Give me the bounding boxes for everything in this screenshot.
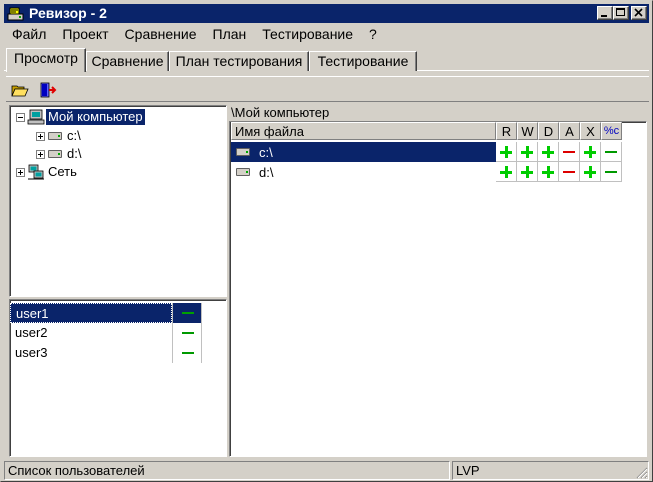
- menu-bar: Файл Проект Сравнение План Тестирование …: [4, 24, 385, 44]
- user-name: user2: [15, 325, 48, 340]
- drive-icon: [48, 132, 62, 140]
- menu-project[interactable]: Проект: [54, 24, 116, 44]
- column-header-d[interactable]: D: [538, 122, 559, 140]
- user-flag: [172, 323, 202, 343]
- list-item[interactable]: user3: [10, 343, 202, 363]
- tree-label-drive-c: c:\: [67, 128, 81, 143]
- menu-compare[interactable]: Сравнение: [117, 24, 205, 44]
- flag-cell[interactable]: [517, 142, 538, 162]
- minimize-button[interactable]: [597, 6, 613, 20]
- menu-help[interactable]: ?: [361, 24, 385, 44]
- tree-node-drive-d[interactable]: d:\: [36, 145, 83, 163]
- exit-button[interactable]: [37, 80, 59, 100]
- column-header-filename[interactable]: Имя файла: [231, 122, 496, 140]
- collapse-toggle[interactable]: [16, 112, 25, 122]
- network-icon: [28, 164, 44, 180]
- open-folder-icon: [11, 85, 29, 97]
- flag-cell[interactable]: [538, 142, 559, 162]
- user-name: user1: [10, 303, 172, 323]
- list-item[interactable]: user1: [10, 303, 202, 323]
- column-header-a[interactable]: A: [559, 122, 580, 140]
- folder-tree[interactable]: Мой компьютер c:\ d:\ Сеть: [9, 105, 227, 297]
- tree-node-drive-c[interactable]: c:\: [36, 127, 83, 145]
- tree-label-network: Сеть: [48, 164, 77, 179]
- tree-node-my-computer[interactable]: Мой компьютер: [16, 108, 145, 126]
- flag-cell[interactable]: [496, 162, 517, 182]
- users-list[interactable]: user1 user2 user3: [9, 299, 227, 457]
- flag-cell[interactable]: [496, 142, 517, 162]
- maximize-button[interactable]: [613, 6, 629, 20]
- tree-label-drive-d: d:\: [67, 146, 82, 161]
- drive-icon: [48, 150, 62, 158]
- exit-door-icon: [40, 82, 57, 98]
- flag-cell[interactable]: [559, 162, 580, 182]
- table-row[interactable]: d:\: [231, 162, 622, 182]
- expand-toggle[interactable]: [36, 149, 45, 159]
- tab-testing[interactable]: Тестирование: [309, 51, 417, 71]
- tree-label-my-computer: Мой компьютер: [46, 109, 145, 125]
- file-name: d:\: [259, 164, 274, 180]
- column-header-r[interactable]: R: [496, 122, 517, 140]
- user-flag: [172, 303, 202, 323]
- tab-strip: Просмотр Сравнение План тестирования Тес…: [4, 46, 649, 72]
- title-bar[interactable]: Ревизор - 2: [4, 4, 649, 23]
- computer-icon: [27, 109, 45, 125]
- tree-node-network[interactable]: Сеть: [16, 163, 79, 181]
- flag-cell[interactable]: [517, 162, 538, 182]
- column-header-percent-c[interactable]: %c: [601, 122, 622, 140]
- user-flag: [172, 343, 202, 363]
- flag-cell[interactable]: [580, 162, 601, 182]
- column-header-x[interactable]: X: [580, 122, 601, 140]
- drive-icon: [236, 148, 250, 156]
- app-icon: [7, 6, 25, 22]
- open-folder-button[interactable]: [9, 80, 31, 100]
- window-title: Ревизор - 2: [29, 5, 107, 21]
- table-row[interactable]: c:\: [231, 142, 622, 162]
- grid-header: Имя файла R W D A X %c: [231, 122, 622, 140]
- close-button[interactable]: [631, 6, 647, 20]
- user-name: user3: [15, 345, 48, 360]
- flag-cell[interactable]: [559, 142, 580, 162]
- tab-test-plan[interactable]: План тестирования: [169, 51, 309, 71]
- status-bar: Список пользователей LVP: [4, 461, 649, 480]
- tab-view[interactable]: Просмотр: [6, 48, 86, 72]
- file-name-cell: d:\: [231, 162, 496, 182]
- toolbar: [6, 76, 649, 102]
- menu-testing[interactable]: Тестирование: [254, 24, 361, 44]
- menu-file[interactable]: Файл: [4, 24, 54, 44]
- resize-grip-icon[interactable]: [636, 467, 648, 479]
- expand-toggle[interactable]: [16, 167, 25, 177]
- flag-cell[interactable]: [580, 142, 601, 162]
- app-window: Ревизор - 2 Файл Проект Сравнение План Т…: [0, 0, 653, 482]
- file-grid[interactable]: Имя файла R W D A X %c c:\ d:\: [229, 121, 647, 457]
- tab-compare[interactable]: Сравнение: [86, 51, 169, 71]
- menu-plan[interactable]: План: [205, 24, 255, 44]
- expand-toggle[interactable]: [36, 131, 45, 141]
- flag-cell[interactable]: [601, 142, 622, 162]
- drive-icon: [236, 168, 250, 176]
- current-path: \Мой компьютер: [231, 105, 330, 120]
- file-name-cell: c:\: [231, 142, 496, 162]
- flag-cell[interactable]: [538, 162, 559, 182]
- column-header-w[interactable]: W: [517, 122, 538, 140]
- flag-cell[interactable]: [601, 162, 622, 182]
- list-item[interactable]: user2: [10, 323, 202, 343]
- status-user: LVP: [452, 461, 649, 480]
- file-name: c:\: [259, 144, 273, 160]
- status-text: Список пользователей: [4, 461, 450, 480]
